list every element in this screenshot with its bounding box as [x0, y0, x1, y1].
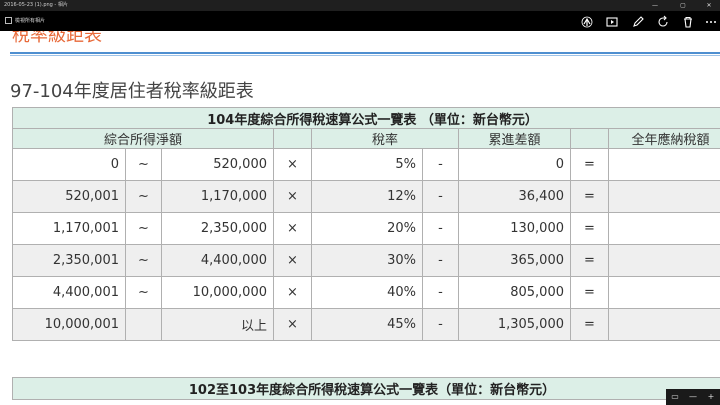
edit-icon[interactable] [631, 14, 645, 28]
minimize-button[interactable]: — [648, 0, 662, 11]
tax-rate: 45% [311, 308, 423, 341]
income-to: 2,350,000 [161, 212, 274, 245]
multiply-sign: × [273, 180, 312, 213]
maximize-button[interactable]: ▢ [676, 0, 690, 11]
income-to: 10,000,000 [161, 276, 274, 309]
col-header-diff: 累進差額 [458, 128, 571, 149]
income-to: 4,400,000 [161, 244, 274, 277]
minus-sign: - [422, 148, 459, 181]
range-sep: ~ [125, 276, 162, 309]
equals-sign: = [570, 244, 609, 277]
equals-sign: = [570, 180, 609, 213]
photos-app-icon[interactable] [5, 17, 12, 24]
minus-sign: - [422, 212, 459, 245]
col-header-rate: 稅率 [311, 128, 459, 149]
progressive-diff: 805,000 [458, 276, 571, 309]
image-viewport[interactable]: 稅率級距表 97-104年度居住者稅率級距表 104年度綜合所得稅速算公式一覽表… [0, 31, 720, 405]
multiply-sign: × [273, 148, 312, 181]
window-titlebar: 2016-05-23 (1).png - 相片 — ▢ ✕ [0, 0, 720, 11]
table-caption: 102至103年度綜合所得稅速算公式一覽表（單位：新台幣元） [12, 377, 720, 400]
table-row: 0 ~ 520,000 × 5% - 0 = [12, 148, 720, 181]
table-row: 10,000,001 以上 × 45% - 1,305,000 = [12, 308, 720, 341]
tax-rate: 30% [311, 244, 423, 277]
progressive-diff: 36,400 [458, 180, 571, 213]
income-from: 4,400,001 [12, 276, 126, 309]
multiply-sign: × [273, 276, 312, 309]
zoom-controls: ▭ — + [666, 389, 720, 405]
window-title: 2016-05-23 (1).png - 相片 [4, 2, 68, 8]
income-from: 1,170,001 [12, 212, 126, 245]
equals-sign: = [570, 276, 609, 309]
col-header-income: 綜合所得淨額 [12, 128, 274, 149]
progressive-diff: 365,000 [458, 244, 571, 277]
minus-sign: - [422, 308, 459, 341]
multiply-sign: × [273, 308, 312, 341]
tax-table-102-103: 102至103年度綜合所得稅速算公式一覽表（單位：新台幣元） [12, 377, 720, 400]
zoom-in-button[interactable]: + [704, 389, 718, 405]
minus-sign: - [422, 244, 459, 277]
delete-icon[interactable] [681, 14, 695, 28]
table-row: 2,350,001 ~ 4,400,000 × 30% - 365,000 = [12, 244, 720, 277]
tax-rate: 12% [311, 180, 423, 213]
income-from: 520,001 [12, 180, 126, 213]
income-to: 1,170,000 [161, 180, 274, 213]
progressive-diff: 0 [458, 148, 571, 181]
rotate-icon[interactable] [656, 14, 670, 28]
photo-toolbar: 檢視所有相片 [0, 11, 720, 31]
tax-result [607, 180, 720, 213]
table-row: 1,170,001 ~ 2,350,000 × 20% - 130,000 = [12, 212, 720, 245]
close-button[interactable]: ✕ [702, 0, 716, 11]
share-icon[interactable] [580, 14, 594, 28]
tax-result [607, 276, 720, 309]
equals-sign: = [570, 148, 609, 181]
equals-sign: = [570, 308, 609, 341]
tax-rate: 20% [311, 212, 423, 245]
heading-rule [10, 52, 720, 54]
col-header-blank [273, 128, 312, 149]
range-sep: ~ [125, 180, 162, 213]
income-from: 10,000,001 [12, 308, 126, 341]
multiply-sign: × [273, 244, 312, 277]
col-header-tax: 全年應納稅額 [607, 128, 720, 149]
range-sep: ~ [125, 212, 162, 245]
table-caption: 104年度綜合所得稅速算公式一覽表 （單位：新台幣元） [11, 107, 720, 129]
tax-result [607, 308, 720, 341]
range-sep: ~ [125, 148, 162, 181]
tax-result [607, 148, 720, 181]
zoom-out-button[interactable]: — [686, 389, 700, 405]
tax-table-104: 104年度綜合所得稅速算公式一覽表 （單位：新台幣元） 綜合所得淨額 稅率 累進… [11, 107, 720, 341]
table-row: 520,001 ~ 1,170,000 × 12% - 36,400 = [12, 180, 720, 213]
tax-result [607, 212, 720, 245]
equals-sign: = [570, 212, 609, 245]
income-to: 520,000 [161, 148, 274, 181]
range-sep: ~ [125, 244, 162, 277]
income-to: 以上 [161, 308, 274, 341]
heading-rule-thin [10, 55, 720, 56]
more-icon[interactable] [704, 14, 718, 28]
progressive-diff: 130,000 [458, 212, 571, 245]
view-all-photos-link[interactable]: 檢視所有相片 [15, 11, 45, 31]
tax-result [607, 244, 720, 277]
minus-sign: - [422, 180, 459, 213]
multiply-sign: × [273, 212, 312, 245]
minus-sign: - [422, 276, 459, 309]
tax-rate: 5% [311, 148, 423, 181]
income-from: 2,350,001 [12, 244, 126, 277]
range-sep [125, 308, 162, 341]
income-from: 0 [12, 148, 126, 181]
page-subtitle: 97-104年度居住者稅率級距表 [10, 81, 254, 102]
slideshow-icon[interactable] [605, 14, 619, 28]
fit-to-window-icon[interactable]: ▭ [668, 389, 682, 405]
tax-rate: 40% [311, 276, 423, 309]
col-header-blank [570, 128, 609, 149]
progressive-diff: 1,305,000 [458, 308, 571, 341]
table-row: 4,400,001 ~ 10,000,000 × 40% - 805,000 = [12, 276, 720, 309]
page-heading: 稅率級距表 [12, 31, 102, 46]
